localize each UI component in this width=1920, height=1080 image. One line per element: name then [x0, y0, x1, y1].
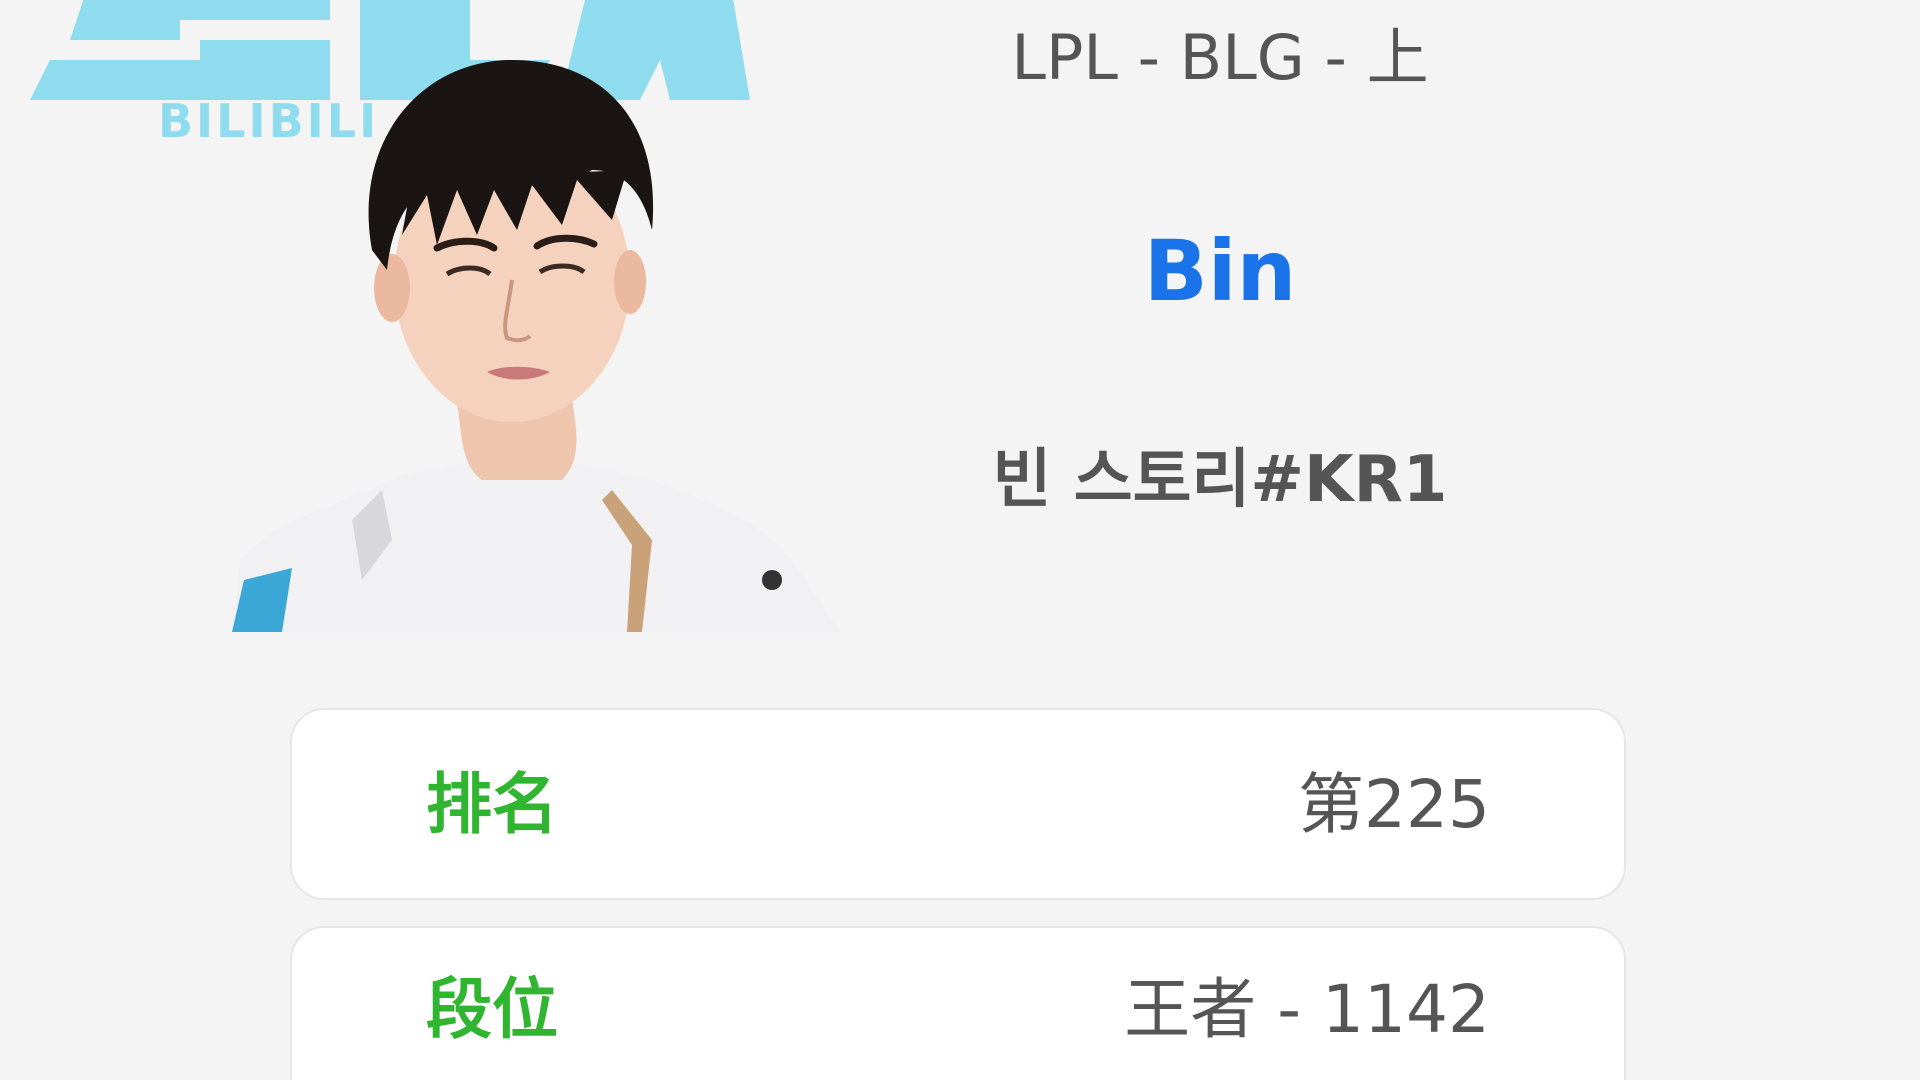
- rank-value: 第225: [1298, 766, 1490, 843]
- player-name: Bin: [1143, 222, 1297, 320]
- tier-label: 段位: [426, 971, 558, 1048]
- player-info: LPL - BLG - 上 Bin 빈 스토리#KR1: [880, 0, 1560, 560]
- league-team-position: LPL - BLG - 上: [1011, 21, 1429, 94]
- player-portrait-image: [232, 60, 840, 632]
- player-profile-page: BILIBILI LPL - BLG - 上 Bin 빈 스토리#KR1 排名 …: [0, 0, 1920, 1080]
- tier-card: 段位 王者 - 1142: [290, 926, 1626, 1080]
- rank-card: 排名 第225: [290, 708, 1626, 900]
- rank-label: 排名: [426, 766, 558, 843]
- player-photo: [232, 20, 840, 632]
- tier-value: 王者 - 1142: [1124, 971, 1490, 1048]
- player-game-id: 빈 스토리#KR1: [992, 443, 1448, 517]
